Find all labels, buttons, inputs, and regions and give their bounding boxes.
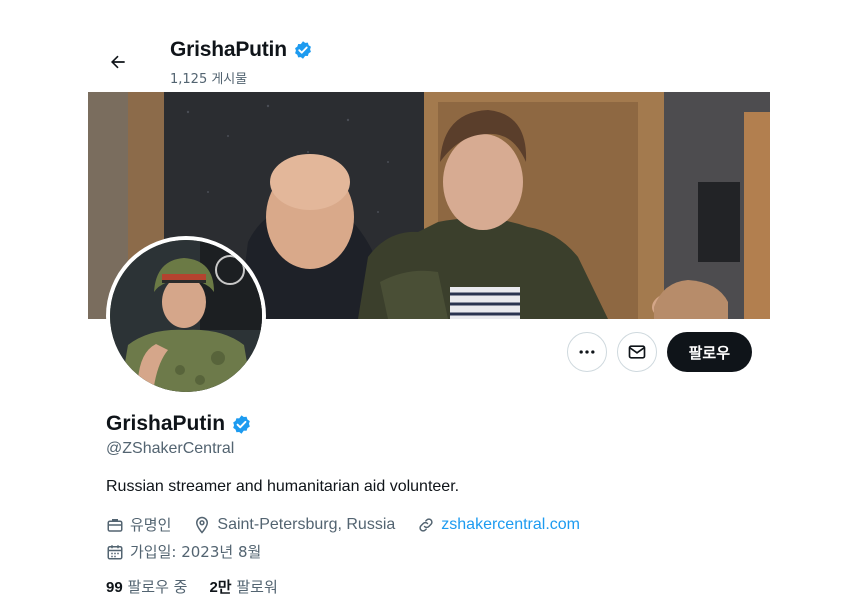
following-label: 팔로우 중 bbox=[127, 578, 188, 596]
profile-actions: 팔로우 bbox=[566, 332, 752, 372]
more-icon bbox=[579, 350, 595, 354]
profile-bio: Russian streamer and humanitarian aid vo… bbox=[106, 478, 460, 495]
top-bar: GrishaPutin 1,125 게시물 bbox=[88, 28, 770, 92]
following-stat[interactable]: 99 팔로우 중 bbox=[106, 576, 187, 597]
more-button[interactable] bbox=[566, 332, 607, 372]
follow-stats: 99 팔로우 중 2만 팔로워 bbox=[106, 576, 746, 597]
message-button[interactable] bbox=[616, 332, 657, 372]
back-button[interactable] bbox=[102, 46, 134, 78]
avatar-photo bbox=[110, 240, 262, 392]
location-item: Saint-Petersburg, Russia bbox=[193, 516, 395, 534]
briefcase-icon bbox=[107, 518, 123, 532]
profile-handle: @ZShakerCentral bbox=[106, 440, 235, 457]
website-item[interactable]: zshakercentral.com bbox=[417, 516, 580, 534]
verified-badge-icon[interactable] bbox=[231, 414, 252, 435]
mail-icon bbox=[628, 345, 645, 359]
followers-label: 팔로워 bbox=[236, 578, 278, 596]
profile-avatar[interactable] bbox=[106, 236, 266, 396]
profile-meta-row: 유명인 Saint-Petersburg, Russia zshakercent… bbox=[106, 514, 746, 535]
location-pin-icon bbox=[196, 516, 209, 534]
joined-label: 가입일: 2023년 8월 bbox=[130, 543, 262, 561]
profile-display-name: GrishaPutin bbox=[106, 412, 226, 435]
joined-item: 가입일: 2023년 8월 bbox=[106, 541, 261, 562]
link-icon bbox=[419, 517, 433, 532]
profile-info: GrishaPutin @ZShakerCentral Russian stre… bbox=[106, 412, 746, 597]
follow-button[interactable]: 팔로우 bbox=[666, 332, 752, 372]
profile-name-row: GrishaPutin bbox=[106, 412, 746, 436]
followers-count: 2만 bbox=[209, 579, 232, 596]
location-label: Saint-Petersburg, Russia bbox=[217, 515, 396, 533]
calendar-icon bbox=[107, 544, 123, 559]
following-count: 99 bbox=[106, 579, 123, 596]
arrow-left-icon bbox=[111, 55, 125, 69]
category-label: 유명인 bbox=[130, 516, 172, 534]
header-posts-count: 1,125 게시물 bbox=[170, 72, 248, 87]
profile-column: GrishaPutin 1,125 게시물 팔로우 GrishaPutin @Z… bbox=[88, 28, 770, 600]
verified-badge-icon[interactable] bbox=[293, 40, 313, 60]
profile-joined-row: 가입일: 2023년 8월 bbox=[106, 541, 746, 562]
website-link[interactable]: zshakercentral.com bbox=[441, 516, 580, 534]
header-display-name: GrishaPutin bbox=[170, 38, 287, 61]
followers-stat[interactable]: 2만 팔로워 bbox=[209, 576, 277, 597]
header-name-row: GrishaPutin bbox=[170, 38, 313, 62]
category-item: 유명인 bbox=[106, 514, 171, 535]
